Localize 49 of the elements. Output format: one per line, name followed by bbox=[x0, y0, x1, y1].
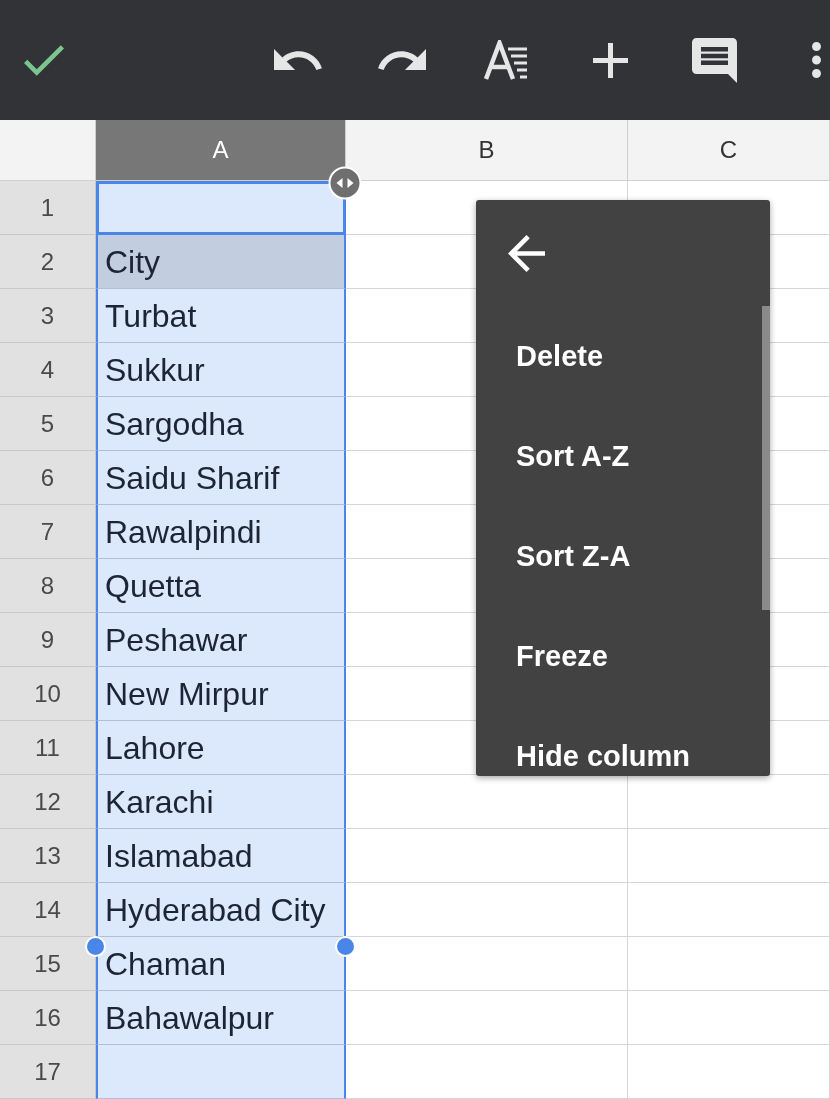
table-cell: City bbox=[96, 235, 346, 289]
table-cell: Sukkur bbox=[96, 343, 346, 397]
row-header[interactable]: 14 bbox=[0, 883, 96, 937]
row-header[interactable]: 11 bbox=[0, 721, 96, 775]
back-arrow-icon[interactable] bbox=[508, 235, 545, 272]
table-cell: Chaman bbox=[96, 937, 346, 991]
row-header[interactable]: 6 bbox=[0, 451, 96, 505]
table-cell: Karachi bbox=[96, 775, 346, 829]
row-header[interactable]: 5 bbox=[0, 397, 96, 451]
row-header[interactable]: 17 bbox=[0, 1045, 96, 1099]
comment-icon[interactable] bbox=[691, 37, 737, 83]
table-cell: Sargodha bbox=[96, 397, 346, 451]
text-format-icon[interactable] bbox=[484, 40, 528, 80]
menu-item[interactable]: Hide column bbox=[476, 706, 760, 776]
menu-item[interactable]: Delete bbox=[476, 306, 760, 406]
table-cell: Turbat bbox=[96, 289, 346, 343]
menu-item[interactable]: Freeze bbox=[476, 606, 760, 706]
table-cell: Peshawar bbox=[96, 613, 346, 667]
table-cell: New Mirpur bbox=[96, 667, 346, 721]
row-header[interactable]: 15 bbox=[0, 937, 96, 991]
redo-icon[interactable] bbox=[378, 49, 426, 71]
row-header[interactable]: 10 bbox=[0, 667, 96, 721]
table-cell: Islamabad bbox=[96, 829, 346, 883]
column-header[interactable]: C bbox=[628, 120, 830, 181]
table-cell: Quetta bbox=[96, 559, 346, 613]
row-header[interactable]: 8 bbox=[0, 559, 96, 613]
row-header[interactable]: 4 bbox=[0, 343, 96, 397]
column-header[interactable]: A bbox=[96, 120, 346, 181]
check-icon[interactable] bbox=[24, 44, 64, 76]
menu-item[interactable]: Sort Z-A bbox=[476, 506, 760, 606]
menu-item[interactable]: Sort A-Z bbox=[476, 406, 760, 506]
table-cell: Lahore bbox=[96, 721, 346, 775]
table-cell: Bahawalpur bbox=[96, 991, 346, 1045]
table-cell: Saidu Sharif bbox=[96, 451, 346, 505]
row-header[interactable]: 3 bbox=[0, 289, 96, 343]
row-header[interactable]: 12 bbox=[0, 775, 96, 829]
table-cell: Rawalpindi bbox=[96, 505, 346, 559]
row-header[interactable]: 13 bbox=[0, 829, 96, 883]
table-cell: Hyderabad City bbox=[96, 883, 346, 937]
row-header[interactable]: 2 bbox=[0, 235, 96, 289]
row-header[interactable]: 7 bbox=[0, 505, 96, 559]
more-icon[interactable] bbox=[811, 42, 821, 78]
add-icon[interactable] bbox=[592, 42, 628, 78]
undo-icon[interactable] bbox=[274, 49, 322, 71]
row-header[interactable]: 9 bbox=[0, 613, 96, 667]
row-header[interactable]: 16 bbox=[0, 991, 96, 1045]
row-header[interactable]: 1 bbox=[0, 181, 96, 235]
resize-handle-icon[interactable] bbox=[328, 166, 362, 200]
column-header[interactable]: B bbox=[346, 120, 628, 181]
